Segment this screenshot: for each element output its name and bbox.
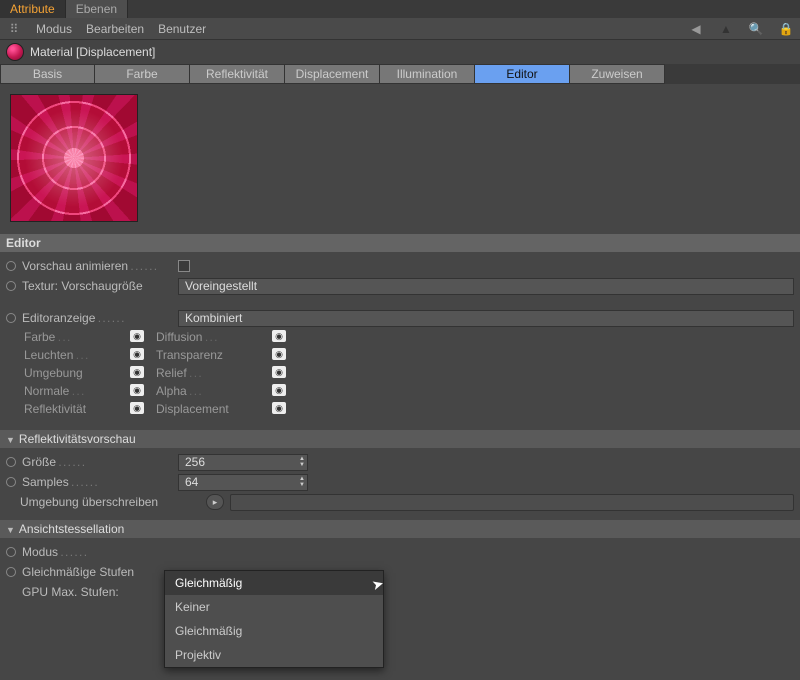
channel-farbe-label: Farbe [24, 330, 124, 344]
material-name: Material [Displacement] [30, 45, 155, 59]
tab-ebenen[interactable]: Ebenen [66, 0, 128, 18]
stepper-icon[interactable]: ▲▼ [299, 456, 305, 468]
param-bullet[interactable] [6, 567, 16, 577]
eye-icon[interactable]: ◉ [130, 402, 144, 414]
dropdown-samples[interactable]: 64 ▲▼ [178, 474, 308, 491]
channel-diffusion-label: Diffusion [156, 330, 266, 344]
tab-basis[interactable]: Basis [0, 64, 95, 84]
eye-icon[interactable]: ◉ [130, 330, 144, 342]
dropdown-value: 256 [185, 455, 205, 469]
channel-umgebung-label: Umgebung [24, 366, 124, 380]
dropdown-value: Kombiniert [185, 311, 242, 325]
material-sphere-icon [6, 43, 24, 61]
label-textur-vorschaugroesse: Textur: Vorschaugröße [22, 279, 172, 293]
menu-modus[interactable]: Modus [36, 22, 72, 36]
label-umgebung-ueberschreiben: Umgebung überschreiben [20, 495, 200, 509]
popup-item-keiner[interactable]: Keiner [165, 595, 383, 619]
tab-displacement[interactable]: Displacement [285, 64, 380, 84]
tab-illumination[interactable]: Illumination [380, 64, 475, 84]
dropdown-value: 64 [185, 475, 198, 489]
channel-normale-label: Normale [24, 384, 124, 398]
label-gleichmaessige-stufen: Gleichmäßige Stufen [22, 565, 156, 579]
section-reflektivitaetsvorschau-header[interactable]: Reflektivitätsvorschau [0, 430, 800, 448]
param-bullet[interactable] [6, 281, 16, 291]
dropdown-editoranzeige[interactable]: Kombiniert [178, 310, 794, 327]
channel-leuchten-label: Leuchten [24, 348, 124, 362]
label-gpu-max-stufen: GPU Max. Stufen: [22, 585, 156, 599]
search-icon[interactable]: 🔍 [748, 21, 764, 37]
tab-reflektivitaet[interactable]: Reflektivität [190, 64, 285, 84]
param-bullet[interactable] [6, 477, 16, 487]
tab-editor[interactable]: Editor [475, 64, 570, 84]
dropdown-textur-vorschaugroesse[interactable]: Voreingestellt [178, 278, 794, 295]
channel-relief-label: Relief [156, 366, 266, 380]
eye-icon[interactable]: ◉ [130, 384, 144, 396]
dropdown-groesse[interactable]: 256 ▲▼ [178, 454, 308, 471]
nav-back-icon[interactable]: ◀ [688, 21, 704, 37]
checkbox-vorschau-animieren[interactable] [178, 260, 190, 272]
eye-icon[interactable]: ◉ [130, 348, 144, 360]
section-ansichtstessellation-header[interactable]: Ansichtstessellation [0, 520, 800, 538]
panel-grip-icon[interactable]: ⠿ [6, 21, 22, 37]
eye-icon[interactable]: ◉ [272, 330, 286, 342]
eye-icon[interactable]: ◉ [272, 402, 286, 414]
menu-benutzer[interactable]: Benutzer [158, 22, 206, 36]
eye-icon[interactable]: ◉ [272, 384, 286, 396]
label-editoranzeige: Editoranzeige [22, 311, 172, 325]
popup-item-gleichmaessig[interactable]: Gleichmäßig [165, 619, 383, 643]
field-umgebung-pfad[interactable] [230, 494, 794, 511]
param-bullet[interactable] [6, 457, 16, 467]
menu-bearbeiten[interactable]: Bearbeiten [86, 22, 144, 36]
label-samples: Samples [22, 475, 172, 489]
label-groesse: Größe [22, 455, 172, 469]
dropdown-popup-modus: Gleichmäßig Keiner Gleichmäßig Projektiv [164, 570, 384, 668]
label-modus: Modus [22, 545, 156, 559]
material-preview[interactable] [10, 94, 138, 222]
lock-icon[interactable]: 🔒 [778, 21, 794, 37]
channel-transparenz-label: Transparenz [156, 348, 266, 362]
link-arrow-icon[interactable]: ▸ [206, 494, 224, 510]
tab-farbe[interactable]: Farbe [95, 64, 190, 84]
dropdown-value: Voreingestellt [185, 279, 257, 293]
section-editor-header: Editor [0, 234, 800, 252]
param-bullet[interactable] [6, 261, 16, 271]
param-bullet[interactable] [6, 547, 16, 557]
tab-attribute[interactable]: Attribute [0, 0, 66, 18]
channel-reflektivitaet-label: Reflektivität [24, 402, 124, 416]
eye-icon[interactable]: ◉ [130, 366, 144, 378]
nav-up-icon[interactable]: ▲ [718, 21, 734, 37]
eye-icon[interactable]: ◉ [272, 366, 286, 378]
popup-item-projektiv[interactable]: Projektiv [165, 643, 383, 667]
eye-icon[interactable]: ◉ [272, 348, 286, 360]
param-bullet[interactable] [6, 313, 16, 323]
channel-alpha-label: Alpha [156, 384, 266, 398]
channel-displacement-label: Displacement [156, 402, 266, 416]
stepper-icon[interactable]: ▲▼ [299, 476, 305, 488]
popup-item-gleichmaessig-selected[interactable]: Gleichmäßig [165, 571, 383, 595]
label-vorschau-animieren: Vorschau animieren [22, 259, 172, 273]
tab-zuweisen[interactable]: Zuweisen [570, 64, 665, 84]
